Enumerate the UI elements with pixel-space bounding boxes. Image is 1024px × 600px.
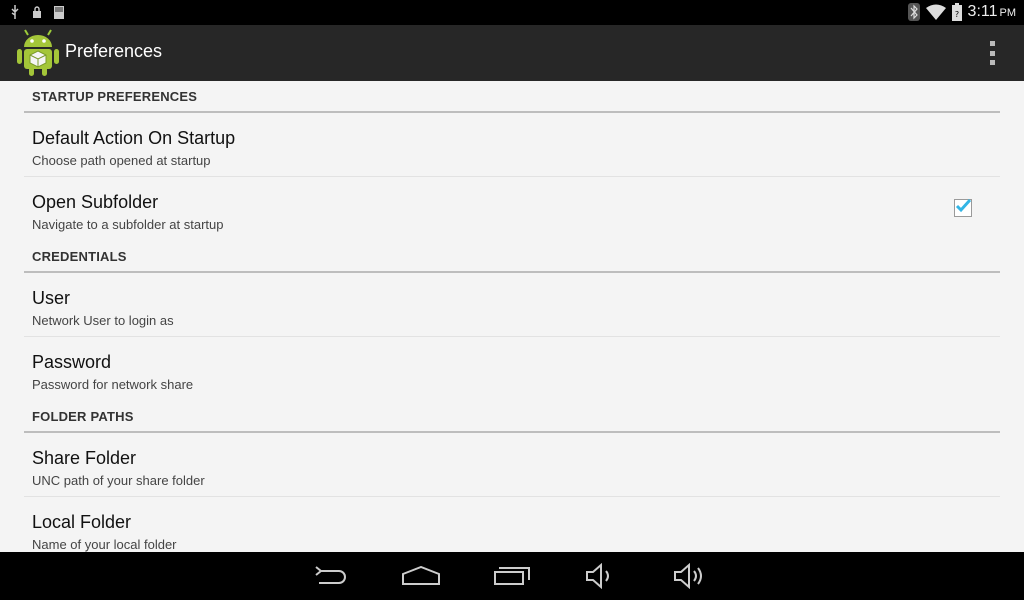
action-bar: Preferences [0, 25, 1024, 81]
section-header-label: CREDENTIALS [32, 249, 127, 264]
back-icon [315, 566, 346, 584]
pref-title: Open Subfolder [32, 192, 159, 212]
pref-default-action[interactable]: Default Action On Startup Choose path op… [24, 113, 1000, 177]
section-header-label: STARTUP PREFERENCES [32, 89, 198, 104]
recent-apps-icon [494, 567, 530, 585]
pref-summary: Name of your local folder [32, 537, 177, 552]
overflow-menu-icon [989, 41, 995, 46]
clock-ampm: PM [999, 7, 1017, 19]
wifi-icon [925, 4, 946, 20]
overflow-dot [989, 60, 995, 65]
volume-down-icon [586, 563, 609, 589]
open-subfolder-checkbox[interactable] [954, 198, 972, 217]
section-header-label: FOLDER PATHS [32, 409, 134, 424]
status-bar: ? 3:11 PM [0, 0, 1024, 25]
overflow-dot [989, 50, 995, 56]
status-clock: 3:11 PM [968, 3, 1016, 21]
pref-summary: Network User to login as [32, 313, 174, 328]
back-button[interactable] [311, 562, 351, 590]
preferences-list[interactable]: STARTUP PREFERENCES Default Action On St… [0, 81, 1024, 552]
section-header-credentials: CREDENTIALS [24, 241, 1000, 273]
recent-apps-button[interactable] [492, 562, 532, 590]
status-left-icons [10, 5, 64, 19]
pref-summary: Choose path opened at startup [32, 153, 211, 168]
pref-user[interactable]: User Network User to login as [24, 273, 1000, 337]
bluetooth-icon [907, 3, 920, 21]
status-right-icons: ? 3:11 PM [907, 3, 1016, 21]
section-header-folder-paths: FOLDER PATHS [24, 401, 1000, 433]
svg-text:?: ? [954, 10, 958, 19]
home-button[interactable] [401, 562, 441, 590]
home-icon [402, 566, 440, 585]
pref-summary: Navigate to a subfolder at startup [32, 217, 224, 232]
volume-down-button[interactable] [581, 562, 621, 590]
sd-card-icon [54, 5, 64, 19]
usb-icon [11, 5, 19, 19]
clock-time: 3:11 [967, 3, 998, 20]
pref-summary: Password for network share [32, 377, 194, 392]
battery-icon: ? [951, 3, 962, 21]
pref-open-subfolder[interactable]: Open Subfolder Navigate to a subfolder a… [24, 177, 1000, 241]
volume-up-button[interactable] [671, 562, 711, 590]
pref-title: User [32, 288, 71, 308]
volume-up-icon [674, 563, 702, 589]
navigation-bar [0, 552, 1024, 600]
section-header-startup: STARTUP PREFERENCES [24, 81, 1000, 113]
pref-local-folder[interactable]: Local Folder Name of your local folder [24, 497, 1000, 552]
pref-share-folder[interactable]: Share Folder UNC path of your share fold… [24, 433, 1000, 497]
pref-password[interactable]: Password Password for network share [24, 337, 1000, 401]
pref-title: Password [32, 352, 112, 372]
pref-summary: UNC path of your share folder [32, 473, 205, 488]
overflow-menu-button[interactable] [982, 41, 1002, 65]
pref-title: Local Folder [32, 512, 132, 532]
lock-icon [33, 6, 41, 18]
pref-title: Share Folder [32, 448, 137, 468]
checkmark-icon [955, 198, 972, 213]
android-app-icon[interactable] [16, 29, 60, 77]
pref-title: Default Action On Startup [32, 128, 236, 148]
page-title: Preferences [65, 41, 163, 61]
